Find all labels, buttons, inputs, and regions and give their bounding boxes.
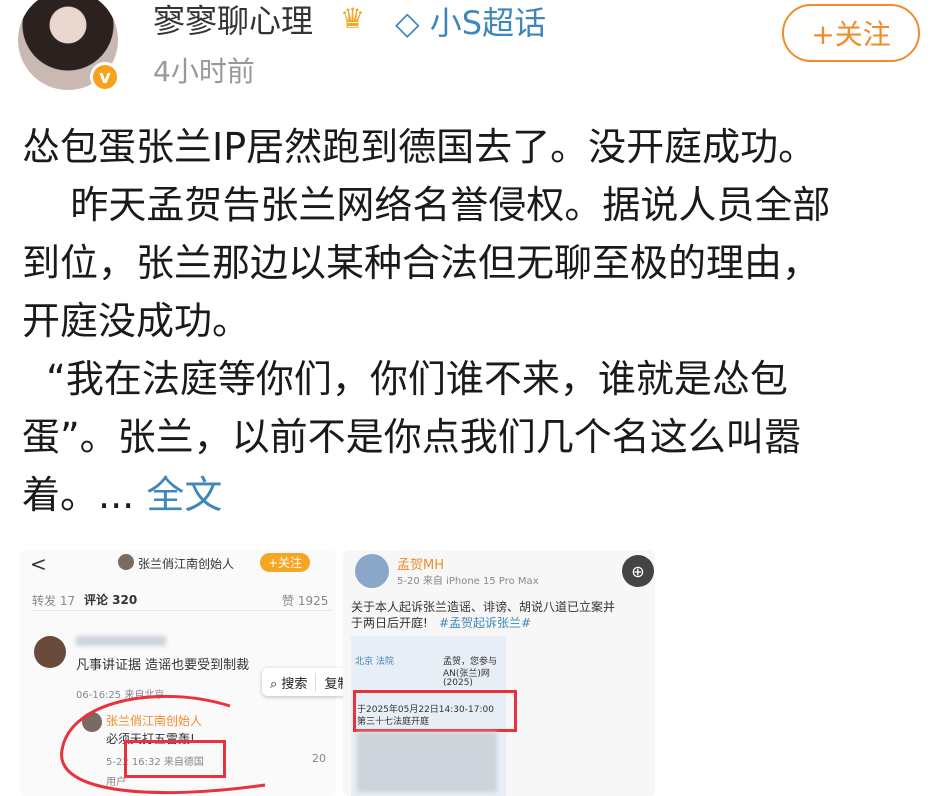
image2-text2: 于两日后开庭!: [351, 616, 428, 630]
red-circle-annotation: [60, 694, 266, 795]
post-line: 开庭没成功。: [22, 299, 251, 343]
divider: [32, 610, 332, 611]
image2-doc-title: 北京 法院: [355, 657, 394, 667]
super-topic-label: 小S超话: [429, 4, 547, 42]
menu-search[interactable]: ⌕ 搜索: [262, 672, 317, 692]
post-line: 昨天孟贺告张兰网络名誉侵权。据说人员全部: [22, 183, 831, 227]
crown-icon: ♛: [340, 2, 366, 35]
image1-comment-text: 凡事讲证据 造谣也要受到制裁: [76, 658, 250, 673]
blurred-name: [76, 636, 166, 646]
menu-search-label: 搜索: [281, 676, 308, 692]
super-topic-link[interactable]: ◇ 小S超话: [395, 0, 546, 44]
image1-follow: +关注: [260, 553, 311, 572]
attached-image-2[interactable]: 孟贺MH 5-20 来自 iPhone 15 Pro Max 关于本人起诉张兰造…: [343, 550, 655, 796]
follow-button[interactable]: +关注: [782, 4, 920, 62]
blurred-area: [357, 732, 497, 792]
image2-meta: 5-20 来自 iPhone 15 Pro Max: [397, 576, 539, 587]
highlight-box: [353, 690, 517, 732]
image1-repost: 转发 17: [32, 594, 76, 608]
verified-badge-icon: v: [90, 62, 120, 92]
read-more-link[interactable]: 全文: [146, 473, 222, 517]
post-text: 怂包蛋张兰IP居然跑到德国去了。没开庭成功。 昨天孟贺告张兰网络名誉侵权。据说人…: [22, 118, 947, 524]
back-icon: <: [30, 552, 47, 576]
image1-comment: 评论 320: [84, 593, 138, 607]
post-line: 怂包蛋张兰IP居然跑到德国去了。没开庭成功。: [22, 125, 817, 169]
post-line: 到位，张兰那边以某种合法但无聊至极的理由，: [22, 241, 821, 285]
post-line: 着。...: [22, 473, 147, 517]
image2-doc-line3: (2025): [443, 678, 473, 688]
image1-reply-likes: 20: [312, 752, 326, 765]
image1-likes: 赞 1925: [282, 594, 329, 608]
account-avatar: [355, 554, 389, 588]
image2-tag: #孟贺起诉张兰#: [439, 616, 532, 630]
post-line-last: 着。... 全文: [22, 466, 947, 524]
commenter-avatar: [34, 636, 66, 668]
post-time: 4小时前: [153, 55, 255, 88]
post-line: 蛋”。张兰，以前不是你点我们几个名这么叫嚣: [22, 415, 802, 459]
post-line: “我在法庭等你们，你们谁不来，谁就是怂包: [22, 357, 788, 401]
username[interactable]: 寥寥聊心理: [153, 0, 313, 42]
image2-account: 孟贺MH: [397, 558, 444, 573]
image1-account: 张兰俏江南创始人: [138, 557, 235, 571]
image-share-icon[interactable]: ⊕: [622, 555, 654, 587]
account-avatar: [118, 554, 134, 570]
diamond-icon: ◇: [395, 4, 420, 42]
image2-text1: 关于本人起诉张兰造谣、诽谤、胡说八道已立案并: [351, 600, 616, 614]
